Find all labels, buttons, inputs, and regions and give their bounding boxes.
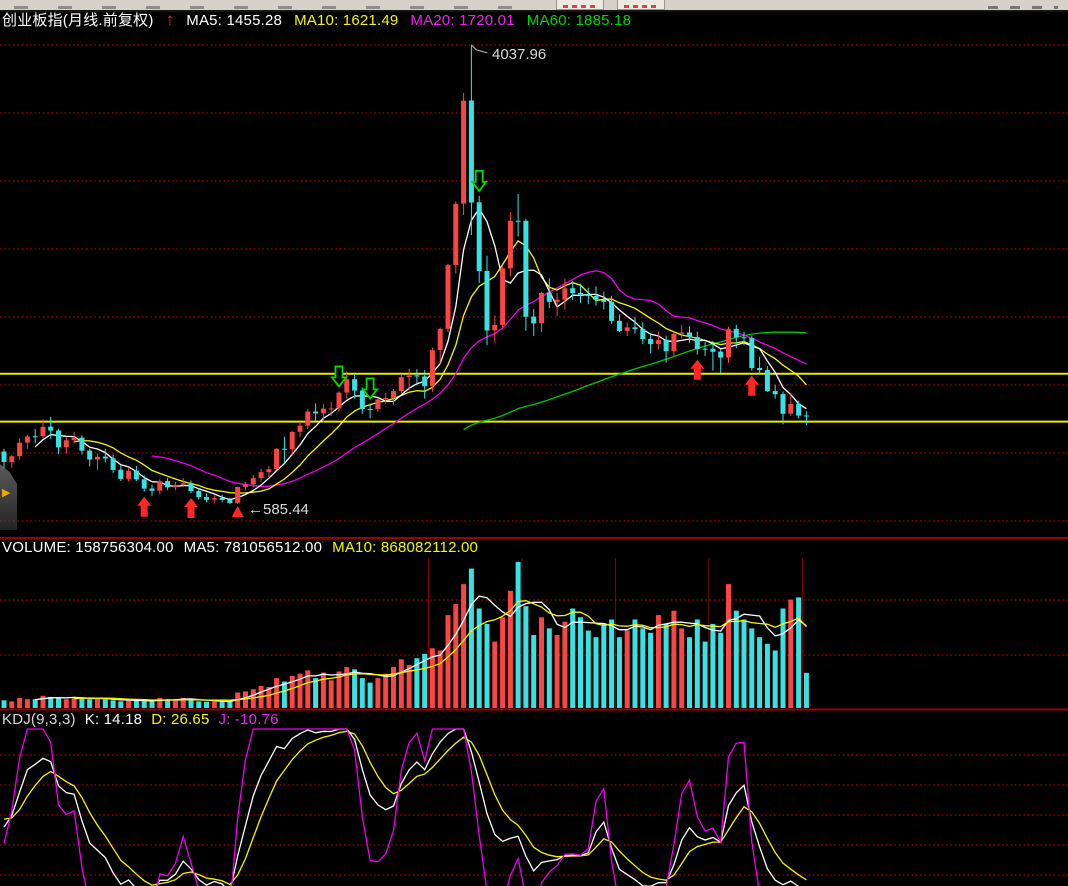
all-time-low-label: ←585.44 [248,501,309,518]
kdj-k-value: K: 14.18 [85,711,142,729]
clipped-red-text [563,5,595,8]
volume-ma5-value: MA5: 781056512.00 [184,539,323,557]
ma5-value: MA5: 1455.28 [186,12,282,30]
kdj-d-value: D: 26.65 [151,711,209,729]
volume-value: VOLUME: 158756304.00 [2,539,174,557]
ma60-value: MA60: 1885.18 [527,12,631,30]
sell-arrow-icon [332,366,346,386]
buy-arrow-icon [137,497,151,517]
clipped-red-text [624,5,656,8]
buy-arrow-icon [745,376,759,396]
volume-ma10-value: MA10: 868082112.00 [332,539,478,557]
menu-bar[interactable] [0,0,1068,12]
ma10-value: MA10: 1621.49 [294,12,398,30]
sell-arrow-icon [363,378,377,398]
all-time-high-label: 4037.96 [492,46,546,63]
menu-text-fragments-right [988,6,1058,9]
kdj-j-value: J: -10.76 [219,711,279,729]
kdj-title: KDJ(9,3,3) [2,711,76,729]
kdj-pane-header: KDJ(9,3,3) K: 14.18 D: 26.65 J: -10.76 [2,711,279,729]
candlestick-chart-canvas[interactable] [0,0,1068,886]
instrument-title: 创业板指(月线.前复权) [2,12,154,30]
menu-text-fragments [14,6,534,9]
volume-pane-header: VOLUME: 158756304.00 MA5: 781056512.00 M… [2,539,478,557]
trading-app-window: 创业板指(月线.前复权) ↑ MA5: 1455.28 MA10: 1621.4… [0,0,1068,886]
main-chart-header: 创业板指(月线.前复权) ↑ MA5: 1455.28 MA10: 1621.4… [2,12,631,30]
ma20-value: MA20: 1720.01 [410,12,514,30]
low-marker-icon [232,506,244,517]
buy-arrow-icon [690,360,704,380]
buy-arrow-icon [184,498,198,518]
menubar-quote-button-2[interactable] [617,0,665,10]
expand-right-icon: ▶ [2,486,10,499]
menubar-quote-button[interactable] [556,0,604,10]
left-arrow-icon: ← [248,501,263,518]
up-trend-icon: ↑ [166,12,175,30]
